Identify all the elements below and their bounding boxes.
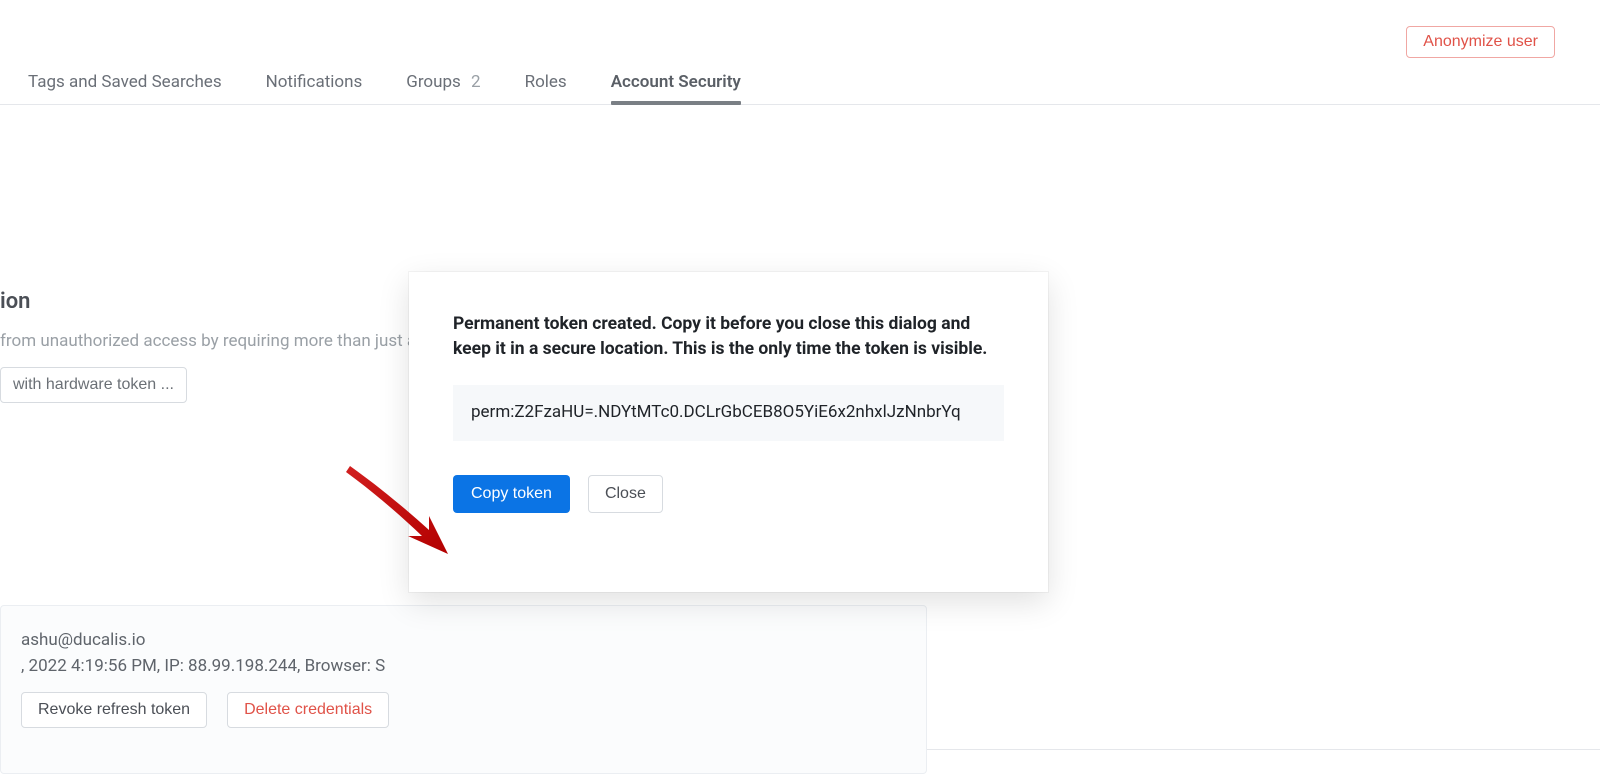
token-created-dialog: Permanent token created. Copy it before … [409,272,1048,592]
two-factor-title-fragment: ion [0,289,30,314]
delete-credentials-button[interactable]: Delete credentials [227,692,389,728]
copy-token-button[interactable]: Copy token [453,475,570,513]
tab-label: Notifications [266,72,363,92]
tab-tags-saved-searches[interactable]: Tags and Saved Searches [28,72,222,104]
token-value[interactable]: perm:Z2FzaHU=.NDYtMTc0.DCLrGbCEB8O5YiE6x… [453,385,1004,441]
tab-roles[interactable]: Roles [525,72,567,104]
revoke-refresh-token-button[interactable]: Revoke refresh token [21,692,207,728]
credentials-card: ashu@ducalis.io , 2022 4:19:56 PM, IP: 8… [0,605,927,774]
close-dialog-button[interactable]: Close [588,475,663,513]
credentials-session-fragment: , 2022 4:19:56 PM, IP: 88.99.198.244, Br… [21,656,906,676]
anonymize-user-button[interactable]: Anonymize user [1406,26,1555,58]
hardware-token-button[interactable]: with hardware token ... [0,367,187,403]
tab-label: Tags and Saved Searches [28,72,222,92]
tab-account-security[interactable]: Account Security [611,72,741,104]
tabs: Tags and Saved Searches Notifications Gr… [0,60,1600,105]
tab-label: Groups [406,72,461,92]
tab-notifications[interactable]: Notifications [266,72,363,104]
dialog-headline: Permanent token created. Copy it before … [453,312,1004,361]
credentials-email-fragment: ashu@ducalis.io [21,630,906,650]
tab-label: Roles [525,72,567,92]
tab-groups[interactable]: Groups 2 [406,72,480,104]
tab-count: 2 [471,72,481,92]
tab-label: Account Security [611,72,741,92]
